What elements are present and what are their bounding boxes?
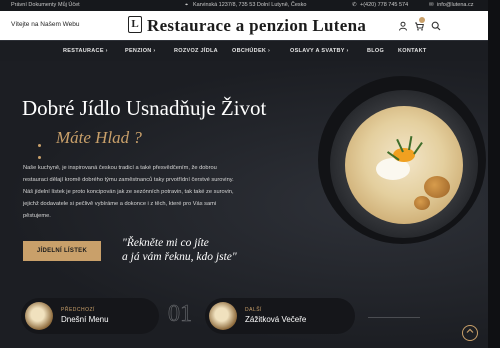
- next-slide-title: Zážitková Večeře: [245, 315, 307, 324]
- menu-button[interactable]: JÍDELNÍ LÍSTEK: [23, 241, 101, 261]
- slider-line: [368, 317, 420, 318]
- phone-icon: ✆: [352, 2, 357, 8]
- logo-mark[interactable]: L: [128, 16, 142, 33]
- decor-dot: [38, 156, 41, 159]
- prev-slide-title: Dnešní Menu: [61, 315, 109, 324]
- soup-bread: [424, 176, 450, 198]
- nav-item-oslavy[interactable]: OSLAVY A SVATBY ›: [290, 48, 349, 54]
- next-slide-label: DALŠÍ: [245, 307, 262, 313]
- welcome-text: Vítejte na Našem Webu: [11, 21, 80, 28]
- nav-item-penzion[interactable]: PENZION ›: [125, 48, 156, 54]
- user-icon[interactable]: [398, 21, 408, 31]
- quote-line-2: a já vám řeknu, kdo jste": [122, 251, 237, 263]
- nav-item-blog[interactable]: BLOG: [367, 48, 384, 54]
- next-slide-card[interactable]: DALŠÍ Zážitková Večeře: [205, 298, 355, 334]
- email-icon: ✉: [429, 2, 434, 8]
- top-bar: Právní Dokumenty Můj Účet ⌖ Karvinská 12…: [0, 0, 500, 11]
- hero-quote: "Řekněte mi co jíte a já vám řeknu, kdo …: [122, 236, 237, 264]
- scrollbar[interactable]: [488, 0, 500, 348]
- nav-item-restaurace[interactable]: RESTAURACE ›: [63, 48, 108, 54]
- phone-link[interactable]: +(420) 778 745 574: [360, 2, 408, 8]
- prev-slide-thumbnail: [25, 302, 53, 330]
- legal-documents-link[interactable]: Právní Dokumenty: [11, 2, 56, 8]
- quote-line-1: "Řekněte mi co jíte: [122, 237, 209, 249]
- nav-item-obchudek[interactable]: OBCHÚDEK ›: [232, 48, 270, 54]
- arrow-up-icon[interactable]: [462, 325, 478, 341]
- soup-bread-small: [414, 196, 430, 210]
- cart-count-badge: [419, 17, 425, 23]
- nav-item-rozvoz[interactable]: ROZVOZ JÍDLA: [174, 48, 218, 54]
- hero-paragraph: Naše kuchyně, je inspirovaná českou trad…: [23, 165, 234, 219]
- prev-slide-label: PŘEDCHOZÍ: [61, 307, 95, 313]
- search-icon[interactable]: [431, 21, 441, 31]
- location-icon: ⌖: [185, 2, 189, 8]
- hero-subtitle: Máte Hlad ?: [56, 128, 142, 147]
- logo-title[interactable]: Restaurace a penzion Lutena: [147, 16, 366, 36]
- main-navigation: RESTAURACE › PENZION › ROZVOZ JÍDLA OBCH…: [0, 40, 500, 62]
- my-account-link[interactable]: Můj Účet: [58, 2, 80, 8]
- site-header: Vítejte na Našem Webu L Restaurace a pen…: [0, 11, 500, 40]
- email-link[interactable]: info@lutena.cz: [437, 2, 473, 8]
- nav-item-kontakt[interactable]: KONTAKT: [398, 48, 427, 54]
- decor-dot: [38, 144, 41, 147]
- address-text: Karvinská 1237/8, 735 53 Dolní Lutyně, Č…: [193, 2, 307, 8]
- prev-slide-card[interactable]: PŘEDCHOZÍ Dnešní Menu: [21, 298, 159, 334]
- slide-number: 01: [168, 301, 193, 328]
- next-slide-thumbnail: [209, 302, 237, 330]
- hero-title: Dobré Jídlo Usnadňuje Život: [22, 96, 267, 120]
